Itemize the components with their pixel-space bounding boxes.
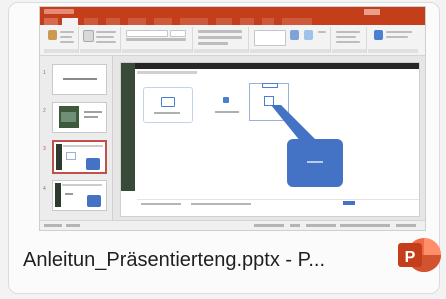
slide-number: 3	[43, 146, 46, 152]
designer-icon[interactable]	[374, 30, 383, 40]
tab-home[interactable]	[62, 18, 78, 25]
share-dialog-button	[343, 201, 355, 205]
slide-number: 1	[43, 70, 46, 76]
file-name-label: Anleitun_Präsentierteng.pptx - P...	[23, 249, 326, 271]
ribbon-tab-row	[40, 17, 425, 25]
ribbon-group-designer	[368, 27, 418, 53]
tab-transitions[interactable]	[128, 18, 146, 25]
slide-thumbnail-3-selected[interactable]	[52, 140, 107, 174]
callout-shape	[86, 158, 100, 170]
ribbon	[40, 25, 425, 56]
slide-thumbnail-1[interactable]	[52, 64, 107, 95]
callout-shape	[287, 139, 343, 187]
callout-connector	[271, 105, 317, 147]
slide-thumbnail-2[interactable]	[52, 102, 107, 133]
callout-shape	[87, 195, 101, 207]
ribbon-group-font	[122, 27, 193, 53]
share-button[interactable]	[364, 9, 380, 15]
powerpoint-icon-letter: P	[405, 249, 416, 266]
slide-editor[interactable]	[120, 62, 420, 217]
file-card[interactable]: 1 2 3 4 Anleitun_Präsentierteng.pptx - P…	[8, 2, 441, 294]
ribbon-group-slides	[80, 27, 121, 53]
tab-insert[interactable]	[84, 18, 98, 25]
tab-review[interactable]	[216, 18, 232, 25]
quick-styles-icon[interactable]	[304, 30, 313, 40]
window-controls[interactable]	[391, 9, 421, 22]
arrange-icon[interactable]	[290, 30, 299, 40]
tab-help[interactable]	[262, 18, 274, 25]
ribbon-group-drawing	[250, 27, 331, 53]
slide-number: 4	[43, 186, 46, 192]
powerpoint-icon: P	[398, 238, 441, 272]
slide-thumbnail-4[interactable]	[52, 180, 107, 211]
tab-slideshow[interactable]	[180, 18, 208, 25]
photo-image	[61, 112, 76, 122]
tab-animations[interactable]	[154, 18, 172, 25]
slide-number: 2	[43, 108, 46, 114]
tab-design[interactable]	[106, 18, 120, 25]
ribbon-group-clipboard	[44, 27, 79, 53]
paste-icon[interactable]	[48, 30, 57, 40]
new-slide-icon[interactable]	[83, 30, 94, 42]
ribbon-group-editing	[332, 27, 367, 53]
tab-search[interactable]	[282, 18, 312, 25]
tab-view[interactable]	[240, 18, 254, 25]
tab-file[interactable]	[44, 18, 58, 25]
file-preview-thumbnail[interactable]: 1 2 3 4	[39, 6, 426, 231]
slide-thumbnail-panel[interactable]: 1 2 3 4	[40, 56, 113, 221]
window-title-bar	[40, 7, 425, 22]
quick-access-toolbar[interactable]	[44, 9, 74, 14]
status-bar	[40, 220, 425, 230]
workspace: 1 2 3 4	[40, 56, 425, 221]
ribbon-group-paragraph	[194, 27, 249, 53]
